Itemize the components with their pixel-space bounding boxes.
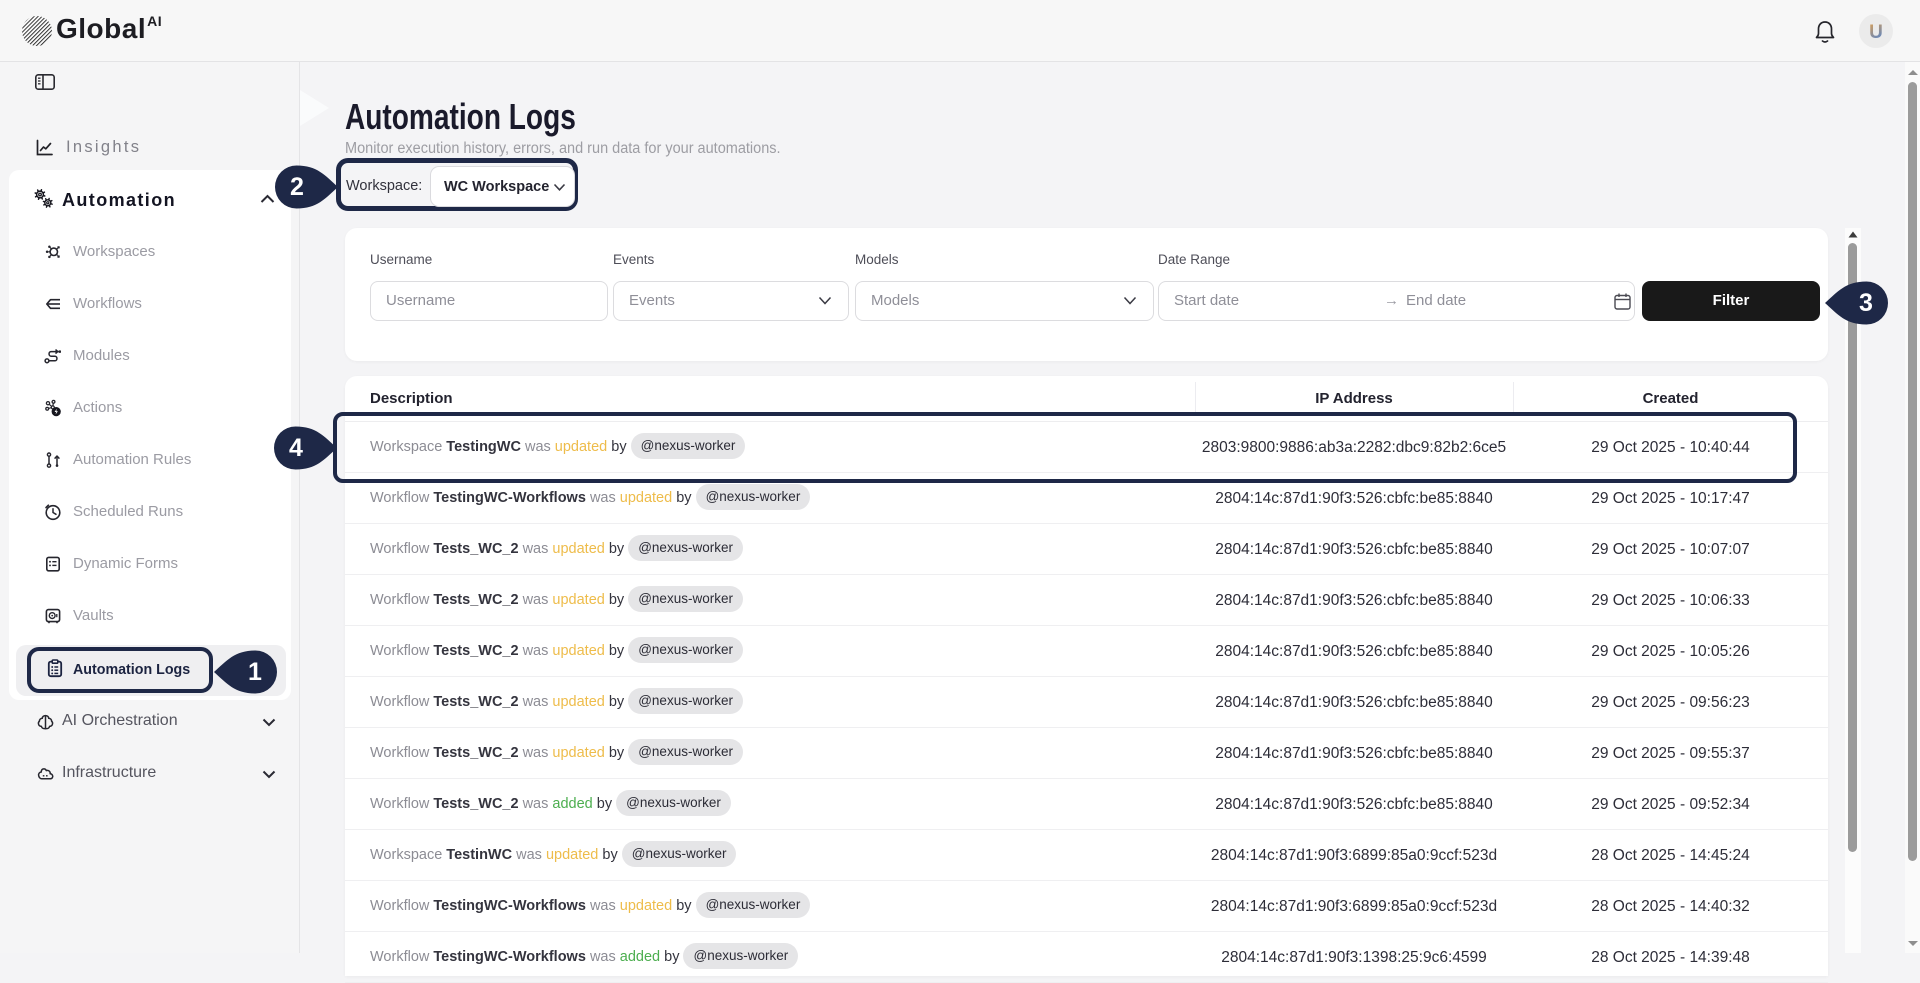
svg-text:U: U xyxy=(1869,22,1883,43)
